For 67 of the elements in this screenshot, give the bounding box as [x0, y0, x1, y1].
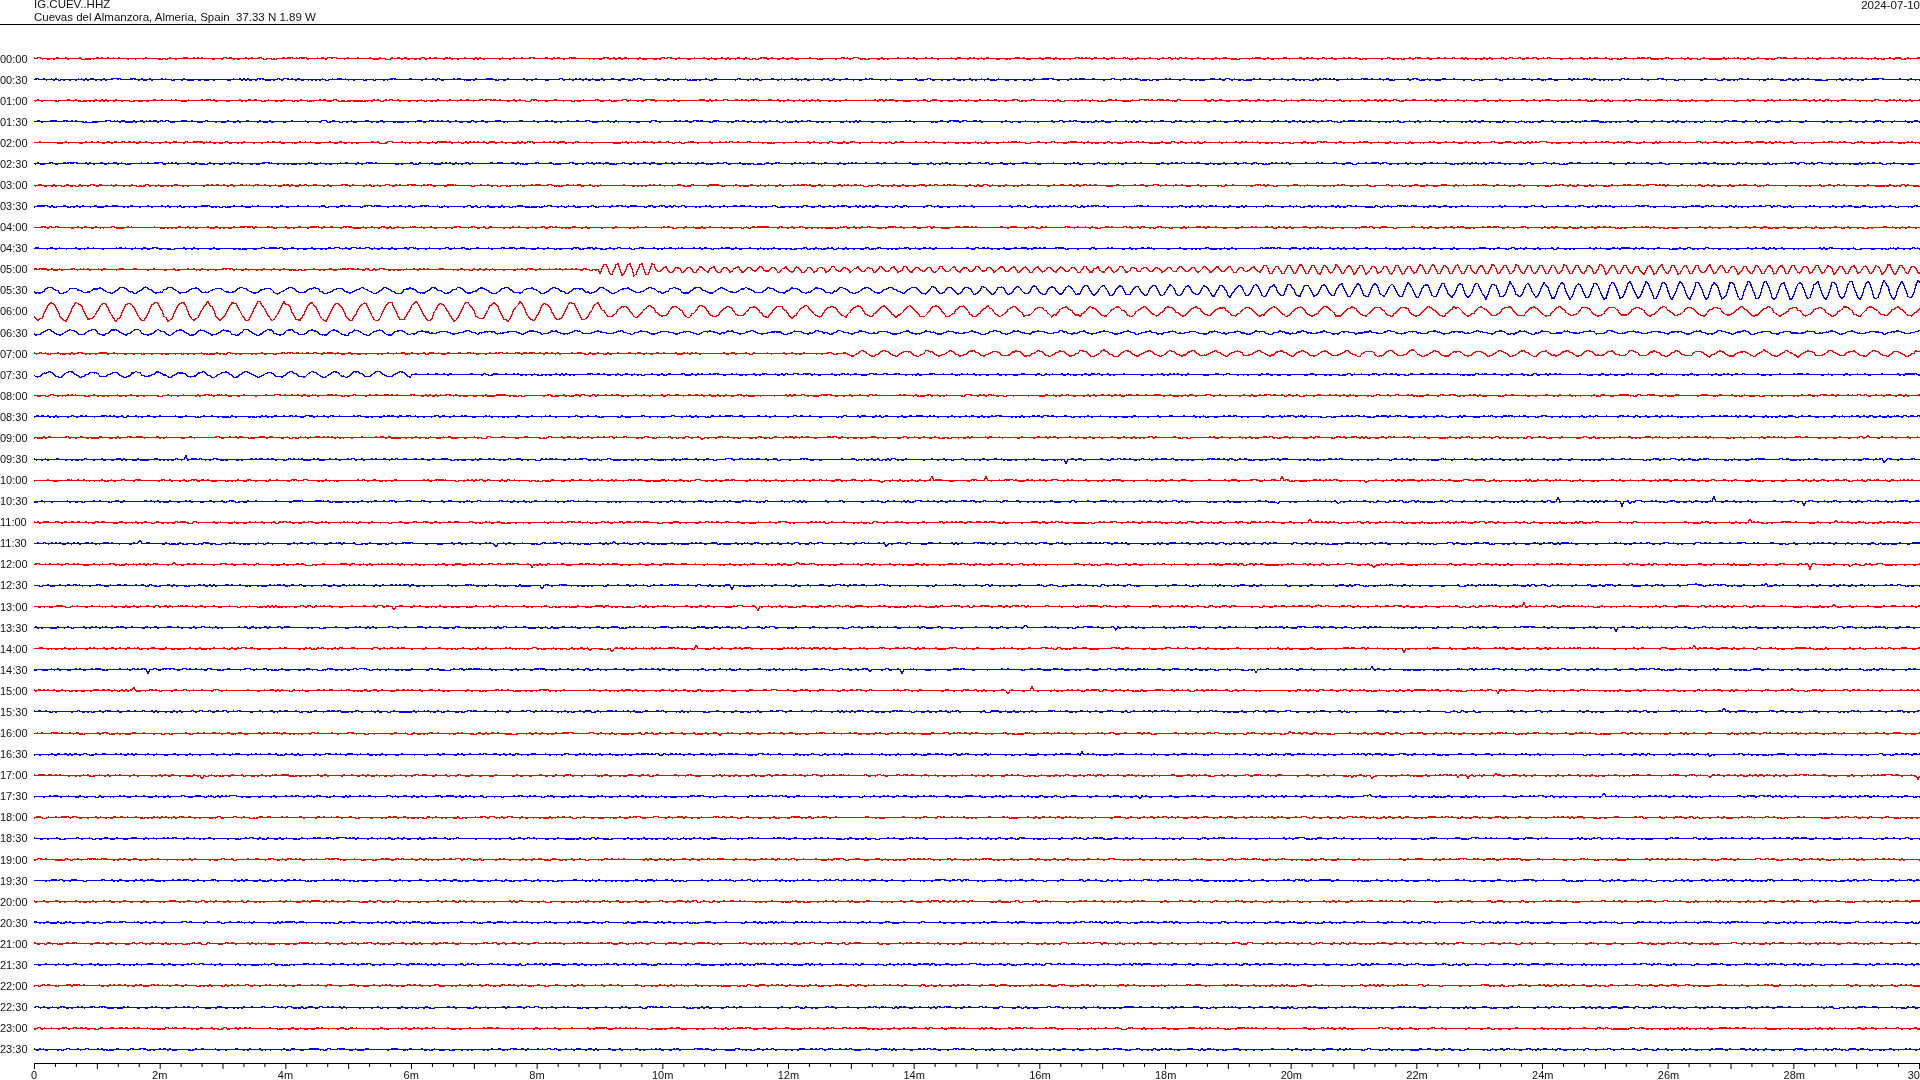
- axis-label: 28m: [1783, 1068, 1805, 1080]
- time-label: 23:00: [0, 1022, 29, 1035]
- time-label: 03:00: [0, 179, 29, 191]
- time-label: 00:30: [0, 73, 29, 86]
- time-label: 17:00: [0, 769, 29, 782]
- axis-label: 8m: [529, 1068, 545, 1080]
- time-label: 16:30: [0, 748, 29, 761]
- time-label: 19:00: [0, 853, 29, 866]
- time-label: 00:00: [0, 52, 29, 65]
- time-label: 23:30: [0, 1043, 29, 1056]
- axis-label: 12m: [777, 1068, 800, 1080]
- time-label: 04:30: [0, 242, 29, 255]
- station-code: IG.CUEV..HHZ: [34, 0, 112, 11]
- time-label: 07:30: [0, 368, 29, 381]
- time-label: 11:30: [0, 537, 28, 550]
- time-label: 15:00: [0, 684, 29, 697]
- axis-label: 6m: [403, 1068, 419, 1080]
- axis-label: 2m: [152, 1068, 168, 1080]
- time-label: 11:00: [0, 516, 28, 529]
- time-label: 22:30: [0, 1001, 29, 1014]
- time-label: 09:30: [0, 453, 29, 465]
- time-label: 07:00: [0, 347, 29, 360]
- time-label: 15:30: [0, 705, 29, 718]
- time-label: 12:00: [0, 558, 29, 571]
- time-label: 21:00: [0, 937, 29, 950]
- axis-label: 26m: [1657, 1068, 1680, 1080]
- time-label: 05:30: [0, 284, 29, 297]
- station-location: Cuevas del Almanzora, Almeria, Spain 37.33 N 1.89 W: [34, 11, 316, 24]
- time-label: 13:30: [0, 621, 29, 634]
- time-label: 03:30: [0, 200, 29, 213]
- axis-label: 22m: [1406, 1068, 1428, 1080]
- axis-label: 0: [30, 1068, 38, 1080]
- time-label: 06:30: [0, 326, 29, 339]
- axis-label: 30: [1907, 1068, 1920, 1080]
- time-label: 09:00: [0, 431, 29, 444]
- time-label: 01:30: [0, 115, 29, 128]
- time-label: 02:30: [0, 157, 29, 170]
- axis-label: 20m: [1280, 1068, 1303, 1080]
- plot-date: 2024-07-10: [1861, 0, 1920, 13]
- time-label: 22:00: [0, 979, 29, 992]
- time-label: 21:30: [0, 958, 29, 971]
- time-label: 18:00: [0, 811, 29, 824]
- axis-label: 16m: [1029, 1068, 1051, 1080]
- axis-label: 24m: [1532, 1068, 1554, 1080]
- time-label: 18:30: [0, 832, 29, 845]
- time-label: 13:00: [0, 600, 29, 613]
- time-label: 20:00: [0, 895, 29, 908]
- time-label: 04:00: [0, 221, 29, 234]
- time-label: 02:00: [0, 136, 29, 149]
- time-label: 14:00: [0, 642, 29, 655]
- time-label: 17:30: [0, 790, 29, 803]
- time-label: 10:30: [0, 495, 29, 508]
- time-label: 19:30: [0, 874, 29, 887]
- axis-label: 14m: [903, 1068, 925, 1080]
- time-label: 10:00: [0, 474, 29, 487]
- time-label: 20:30: [0, 916, 29, 929]
- axis-label: 10m: [651, 1068, 674, 1080]
- time-label: 05:00: [0, 263, 29, 276]
- axis-label: 18m: [1154, 1068, 1177, 1080]
- time-label: 06:00: [0, 305, 29, 318]
- time-label: 12:30: [0, 579, 29, 592]
- time-label: 01:00: [0, 94, 29, 107]
- time-label: 14:30: [0, 663, 29, 676]
- axis-label: 4m: [277, 1068, 294, 1080]
- time-label: 08:30: [0, 410, 29, 423]
- time-label: 08:00: [0, 389, 29, 402]
- time-label: 16:00: [0, 727, 29, 740]
